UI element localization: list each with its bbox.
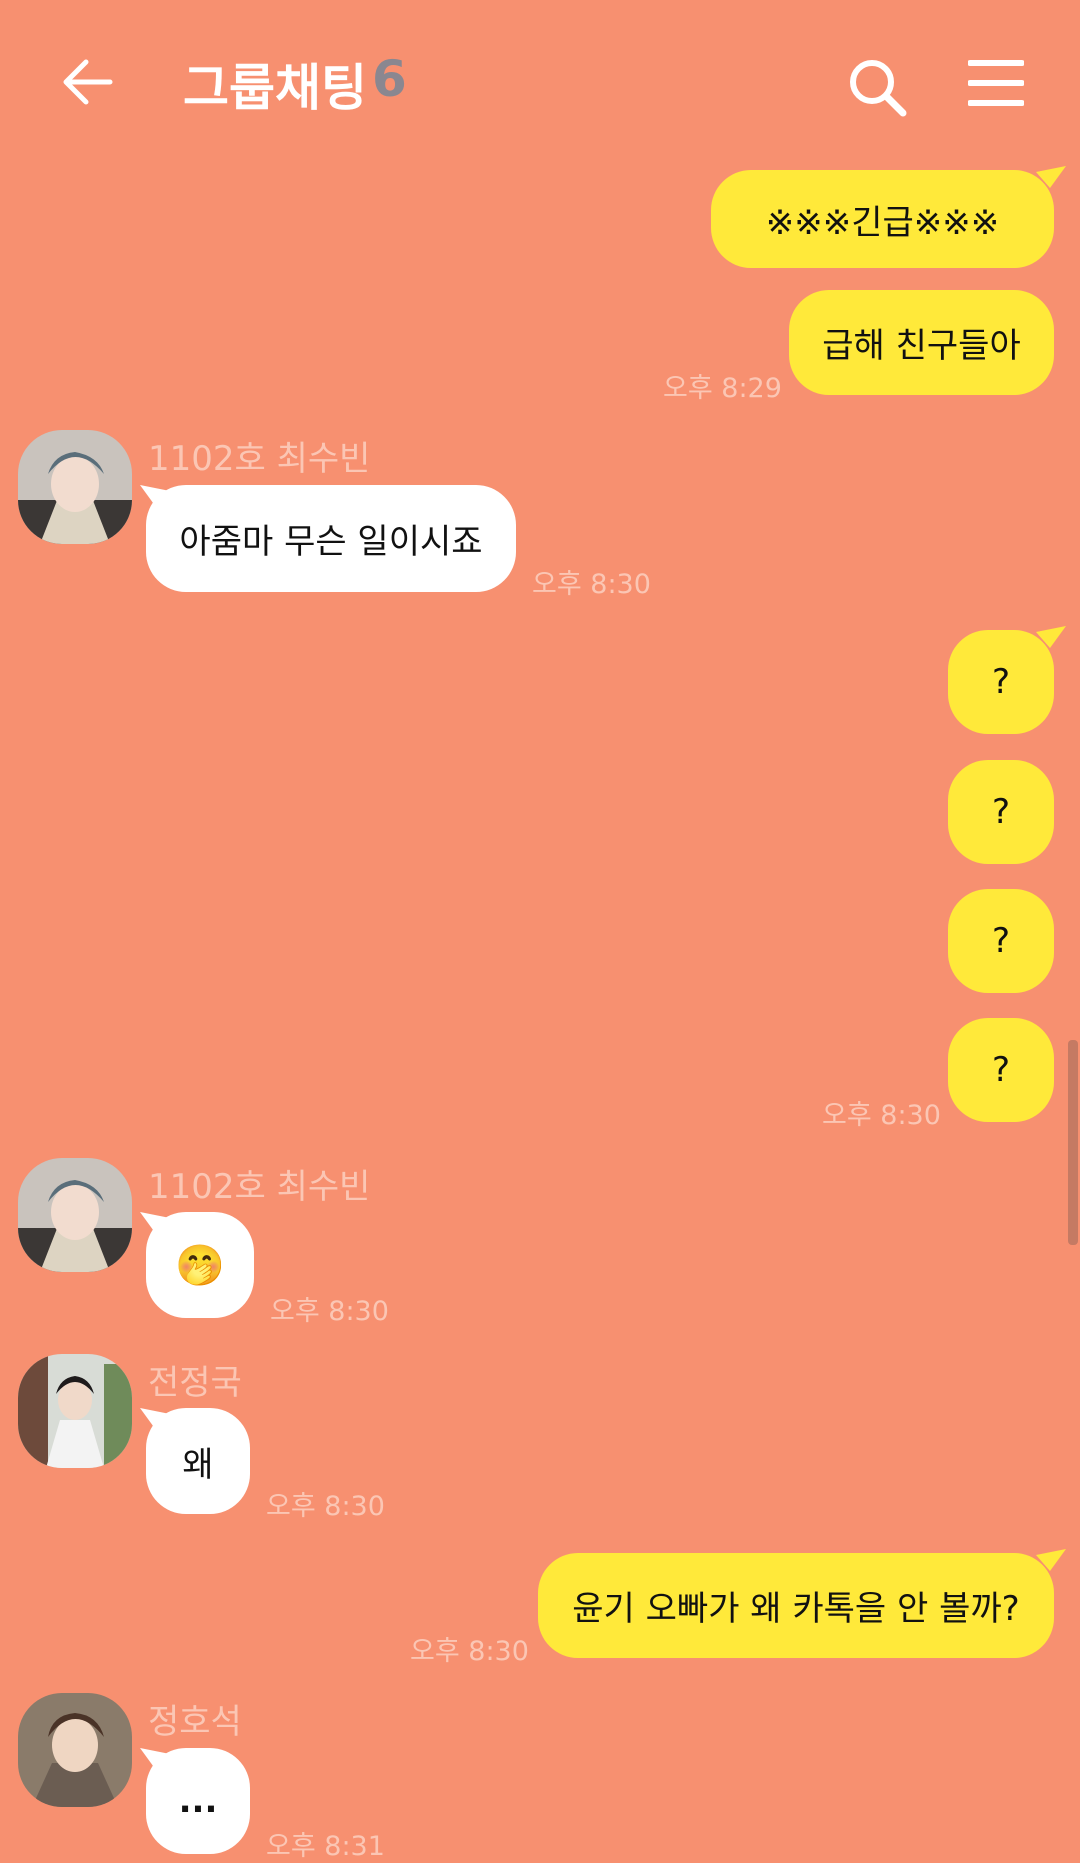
message-text: 아줌마 무슨 일이시죠 (179, 522, 483, 562)
message-text: 급해 친구들아 (822, 326, 1021, 366)
message-text: 왜 (182, 1444, 214, 1485)
scrollbar[interactable] (1068, 1040, 1078, 1245)
avatar[interactable] (18, 1693, 132, 1807)
sender-name: 1102호 최수빈 (148, 1167, 371, 1207)
search-icon (850, 60, 907, 117)
avatar[interactable] (18, 430, 132, 544)
message-text: ? (991, 1050, 1011, 1090)
back-button[interactable] (58, 52, 118, 112)
hamburger-menu-icon (967, 60, 1025, 106)
avatar-photo-icon (18, 1158, 132, 1272)
message-timestamp: 오후 8:30 (270, 1296, 389, 1327)
message-timestamp: 오후 8:30 (822, 1100, 941, 1131)
avatar-photo-icon (18, 1354, 132, 1468)
message-text: 🤭 (175, 1242, 225, 1289)
my-message-bubble[interactable]: 윤기 오빠가 왜 카톡을 안 볼까? (538, 1553, 1054, 1658)
my-message-bubble[interactable]: ※※※긴급※※※ (711, 170, 1054, 268)
message-text: ※※※긴급※※※ (765, 202, 1000, 243)
chat-header: 그룹채팅 6 (0, 0, 1080, 165)
message-text: ? (991, 792, 1011, 832)
message-text: 윤기 오빠가 왜 카톡을 안 볼까? (572, 1589, 1020, 1629)
sender-name: 정호석 (148, 1702, 242, 1742)
my-message-bubble[interactable]: ? (948, 760, 1054, 864)
message-timestamp: 오후 8:31 (266, 1831, 385, 1862)
message-text: ... (178, 1781, 218, 1821)
their-message-bubble[interactable]: 🤭 (146, 1212, 254, 1318)
chat-title: 그룹채팅 (183, 59, 367, 117)
message-timestamp: 오후 8:30 (410, 1636, 529, 1667)
search-button[interactable] (846, 56, 908, 118)
avatar-photo-icon (18, 1693, 132, 1807)
avatar-photo-icon (18, 430, 132, 544)
message-timestamp: 오후 8:29 (663, 373, 782, 404)
their-message-bubble[interactable]: ... (146, 1748, 250, 1854)
message-timestamp: 오후 8:30 (266, 1491, 385, 1522)
my-message-bubble[interactable]: ? (948, 1018, 1054, 1122)
message-text: ? (991, 662, 1011, 702)
message-timestamp: 오후 8:30 (532, 569, 651, 600)
my-message-bubble[interactable]: 급해 친구들아 (789, 290, 1054, 395)
menu-button[interactable] (967, 58, 1025, 108)
sender-name: 전정국 (148, 1363, 242, 1403)
their-message-bubble[interactable]: 왜 (146, 1408, 250, 1514)
message-text: ? (991, 921, 1011, 961)
my-message-bubble[interactable]: ? (948, 889, 1054, 993)
member-count: 6 (372, 50, 407, 108)
avatar[interactable] (18, 1354, 132, 1468)
arrow-left-icon (63, 59, 113, 105)
their-message-bubble[interactable]: 아줌마 무슨 일이시죠 (146, 485, 516, 592)
avatar[interactable] (18, 1158, 132, 1272)
sender-name: 1102호 최수빈 (148, 439, 371, 479)
